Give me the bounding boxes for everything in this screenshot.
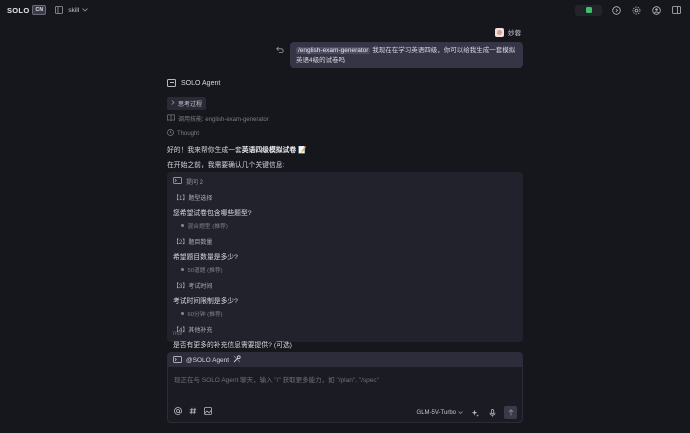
tools-icon (233, 355, 241, 365)
chevron-right-icon (171, 100, 175, 107)
clock-icon (167, 129, 174, 138)
chat-icon[interactable] (610, 4, 622, 16)
section-title: 【2】题目数量 (173, 240, 213, 246)
chevron-down-icon (458, 411, 463, 414)
agent-reply-line2: 在开始之前，我需要确认几个关键信息: (167, 162, 285, 169)
chat-input[interactable]: 现正在与 SOLO Agent 聊天，输入 "/" 获取更多能力，如 "/pla… (174, 374, 379, 384)
bullet-icon (181, 224, 184, 227)
hash-icon[interactable] (188, 406, 198, 416)
workspace-name: skill (68, 6, 80, 14)
workspace-selector[interactable]: skill (68, 7, 88, 14)
question-text: 希望题目数量是多少? (173, 254, 238, 261)
section-title: 【4】其他补充 (173, 328, 213, 334)
model-name: GLM-5V-Turbo (416, 409, 456, 416)
model-selector[interactable]: GLM-5V-Turbo (417, 410, 463, 416)
arrow-up-icon (508, 409, 513, 416)
section-title: 【3】考试时间 (173, 284, 213, 290)
question-text: 您希望试卷包含哪些题型? (173, 210, 252, 217)
agent-header: SOLO Agent (167, 79, 220, 87)
agent-icon (167, 79, 176, 87)
bullet-icon (181, 268, 184, 271)
chat-composer: @SOLO Agent 现正在与 SOLO Agent 聊天，输入 "/" 获取… (167, 352, 523, 423)
answer-text: 60分钟 (推荐) (187, 312, 223, 318)
microphone-icon[interactable] (487, 408, 497, 418)
memo-icon: 📝 (298, 147, 307, 154)
card-header-label: 提问 2 (186, 180, 204, 186)
card-footer: null (173, 331, 183, 337)
image-icon[interactable] (203, 406, 213, 416)
process-chip-label: 思考过程 (178, 102, 203, 108)
agent-mention-icon (173, 355, 182, 365)
section-title: 【1】题型选择 (173, 196, 213, 202)
at-mention-icon[interactable] (173, 406, 183, 416)
thinking-process-toggle[interactable]: 思考过程 (167, 97, 207, 110)
send-button[interactable] (504, 406, 517, 419)
avatar (495, 27, 504, 37)
question-text: 考试时间限制是多少? (173, 298, 238, 305)
gear-icon[interactable] (630, 4, 642, 16)
answer-item: 60分钟 (推荐) (173, 309, 517, 318)
book-icon (167, 114, 175, 123)
command-chip[interactable]: /english-exam-generator (296, 47, 371, 54)
sparkle-icon[interactable] (470, 408, 480, 418)
composer-tools (173, 406, 213, 416)
agent-mention[interactable]: @SOLO Agent (186, 357, 229, 364)
bullet-icon (181, 312, 184, 315)
user-settings-icon[interactable] (650, 4, 662, 16)
sidebar-toggle-icon[interactable] (53, 4, 65, 16)
layout-panel-icon[interactable] (670, 4, 682, 16)
thought-row[interactable]: Thought (167, 129, 199, 138)
composer-actions: GLM-5V-Turbo (417, 406, 517, 419)
undo-icon[interactable] (276, 46, 284, 55)
user-message-bubble: /english-exam-generator 我现在在学习英语四级，你可以给我… (290, 42, 523, 68)
composer-header: @SOLO Agent (168, 353, 522, 367)
skill-call-row[interactable]: 调用技能: english-exam-generator (167, 114, 269, 123)
answer-item: 混合题型 (推荐) (173, 221, 517, 230)
user-name: 妙蓉 (508, 30, 521, 37)
reply-prefix: 好的！我来帮你生成一套 (167, 147, 242, 154)
logo-text: SOLO (7, 5, 30, 15)
answer-item: 50道题 (推荐) (173, 265, 517, 274)
logo-badge: CN (32, 5, 47, 15)
agent-reply-line1: 好的！我来帮你生成一套英语四级模拟试卷 📝 (167, 144, 307, 154)
answer-text: 50道题 (推荐) (187, 268, 223, 274)
user-header: 妙蓉 (495, 27, 521, 37)
terminal-icon (173, 177, 182, 186)
reply-bold: 英语四级模拟试卷 (241, 147, 297, 154)
answer-text: 混合题型 (推荐) (187, 224, 228, 230)
chevron-down-icon (82, 7, 88, 14)
top-bar: SOLO CN skill (0, 0, 690, 20)
card-header: 提问 2 (173, 177, 517, 186)
status-pill[interactable] (575, 4, 602, 16)
app-logo[interactable]: SOLO CN (7, 5, 47, 15)
question-text: 是否有更多的补充信息需要提供? (可选) (173, 342, 292, 349)
skill-call-text: 调用技能: english-exam-generator (178, 117, 269, 123)
question-card: 提问 2 【1】题型选择 您希望试卷包含哪些题型? 混合题型 (推荐) 【2】题… (167, 172, 523, 349)
agent-name: SOLO Agent (181, 79, 221, 87)
thought-label: Thought (177, 130, 200, 137)
status-dot-icon (585, 7, 592, 13)
